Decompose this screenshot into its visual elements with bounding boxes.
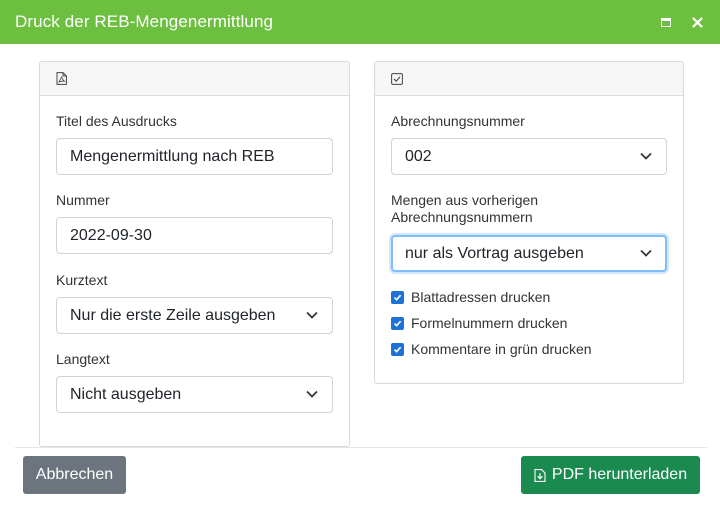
abrechnungsnummer-select[interactable]: 002 [391, 138, 667, 175]
cancel-button[interactable]: Abbrechen [23, 456, 126, 494]
checkmark-icon [393, 346, 402, 353]
chevron-down-icon [640, 249, 652, 257]
print-options-panel-header [40, 62, 349, 96]
mengen-label-line2: Abrechnungsnummern [391, 209, 533, 225]
billing-options-panel-header [375, 62, 683, 96]
pdf-file-icon [56, 72, 67, 85]
kommentare-checkbox-row[interactable]: Kommentare in grün drucken [391, 341, 592, 357]
close-button[interactable] [687, 12, 707, 32]
kommentare-checkbox[interactable] [391, 342, 404, 356]
dialog-titlebar: Druck der REB-Mengenermittlung [0, 0, 720, 44]
blattadressen-checkbox[interactable] [391, 290, 404, 304]
maximize-button[interactable] [656, 12, 676, 32]
langtext-select[interactable]: Nicht ausgeben [56, 376, 333, 413]
kurztext-select-value: Nur die erste Zeile ausgeben [70, 306, 276, 324]
titel-label: Titel des Ausdrucks [56, 113, 177, 129]
check-square-icon [391, 72, 403, 85]
chevron-down-icon [640, 152, 652, 160]
chevron-down-icon [306, 311, 318, 319]
nummer-input-value: 2022-09-30 [70, 226, 152, 244]
formelnummern-checkbox-label: Formelnummern drucken [411, 315, 568, 331]
langtext-select-value: Nicht ausgeben [70, 385, 182, 403]
nummer-input[interactable]: 2022-09-30 [56, 217, 333, 254]
footer-divider [15, 447, 707, 448]
download-pdf-button[interactable]: PDF herunterladen [521, 456, 700, 494]
checkmark-icon [393, 320, 402, 327]
abrechnungsnummer-label: Abrechnungsnummer [391, 113, 525, 129]
download-icon [534, 468, 546, 482]
kurztext-select[interactable]: Nur die erste Zeile ausgeben [56, 297, 333, 334]
dialog-title: Druck der REB-Mengenermittlung [15, 12, 274, 31]
kurztext-label: Kurztext [56, 272, 108, 288]
download-pdf-button-label: PDF herunterladen [551, 466, 688, 483]
chevron-down-icon [306, 390, 318, 398]
titel-input[interactable]: Mengenermittlung nach REB [56, 138, 333, 175]
formelnummern-checkbox-row[interactable]: Formelnummern drucken [391, 315, 567, 331]
mengen-select-value: nur als Vortrag ausgeben [405, 244, 584, 262]
checkmark-icon [393, 294, 402, 301]
close-icon [691, 16, 703, 28]
cancel-button-label: Abbrechen [35, 466, 114, 483]
abrechnungsnummer-select-value: 002 [405, 147, 432, 165]
formelnummern-checkbox[interactable] [391, 316, 404, 330]
mengen-select[interactable]: nur als Vortrag ausgeben [391, 235, 667, 272]
kommentare-checkbox-label: Kommentare in grün drucken [411, 341, 592, 357]
titel-input-value: Mengenermittlung nach REB [70, 147, 275, 165]
blattadressen-checkbox-row[interactable]: Blattadressen drucken [391, 289, 550, 305]
maximize-icon [661, 17, 671, 27]
nummer-label: Nummer [56, 192, 110, 208]
langtext-label: Langtext [56, 351, 110, 367]
blattadressen-checkbox-label: Blattadressen drucken [411, 289, 551, 305]
mengen-label-line1: Mengen aus vorherigen [391, 192, 539, 208]
